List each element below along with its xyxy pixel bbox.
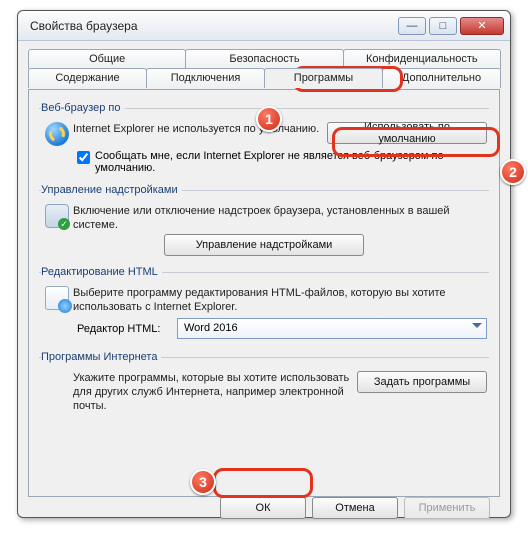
html-editor-select[interactable]: Word 2016 [177,318,487,339]
tab-strip: Общие Безопасность Конфиденциальность Со… [28,49,500,89]
group-html-edit: Редактирование HTML Выберите программу р… [39,266,489,343]
tab-connections[interactable]: Подключения [146,68,265,88]
minimize-button[interactable]: — [398,17,426,35]
group-html-edit-legend: Редактирование HTML [41,266,162,278]
set-default-button[interactable]: Использовать по умолчанию [327,122,487,144]
group-default-browser-legend: Веб-браузер по [41,102,125,114]
group-internet-programs-legend: Программы Интернета [41,351,161,363]
apply-button[interactable]: Применить [404,497,490,519]
ie-icon [45,122,69,146]
manage-addons-button[interactable]: Управление надстройками [164,234,364,256]
tab-privacy[interactable]: Конфиденциальность [343,49,501,69]
close-button[interactable]: ✕ [460,17,504,35]
tab-security[interactable]: Безопасность [185,49,343,69]
tab-advanced[interactable]: Дополнительно [382,68,501,88]
group-addons-legend: Управление надстройками [41,184,182,196]
tab-general[interactable]: Общие [28,49,186,69]
cancel-button[interactable]: Отмена [312,497,398,519]
notify-checkbox[interactable] [77,151,90,164]
internet-programs-text: Укажите программы, которые вы хотите исп… [73,371,357,413]
gear-icon [45,204,69,228]
dialog-internet-options: Свойства браузера — □ ✕ Общие Безопаснос… [17,10,511,518]
dialog-client: Общие Безопасность Конфиденциальность Со… [18,41,510,535]
group-internet-programs: Программы Интернета Укажите программы, к… [39,351,489,417]
tab-content[interactable]: Содержание [28,68,147,88]
dialog-footer: ОК Отмена Применить [28,497,500,525]
maximize-button[interactable]: □ [429,17,457,35]
set-programs-button[interactable]: Задать программы [357,371,487,393]
html-edit-text: Выберите программу редактирования HTML-ф… [73,286,487,314]
notify-label: Сообщать мне, если Internet Explorer не … [95,150,487,174]
document-icon [45,286,69,310]
default-browser-text: Internet Explorer не используется по умо… [73,122,327,136]
tab-programs[interactable]: Программы [264,68,383,88]
addons-text: Включение или отключение надстроек брауз… [73,204,487,232]
tab-panel-programs: Веб-браузер по Internet Explorer не испо… [28,89,500,497]
group-addons: Управление надстройками Включение или от… [39,184,489,258]
group-default-browser: Веб-браузер по Internet Explorer не испо… [39,102,489,176]
html-editor-label: Редактор HTML: [77,323,177,335]
window-title: Свойства браузера [30,19,395,33]
titlebar: Свойства браузера — □ ✕ [18,11,510,41]
html-editor-value: Word 2016 [184,322,238,334]
ok-button[interactable]: ОК [220,497,306,519]
screenshot-frame: Свойства браузера — □ ✕ Общие Безопаснос… [0,0,528,528]
